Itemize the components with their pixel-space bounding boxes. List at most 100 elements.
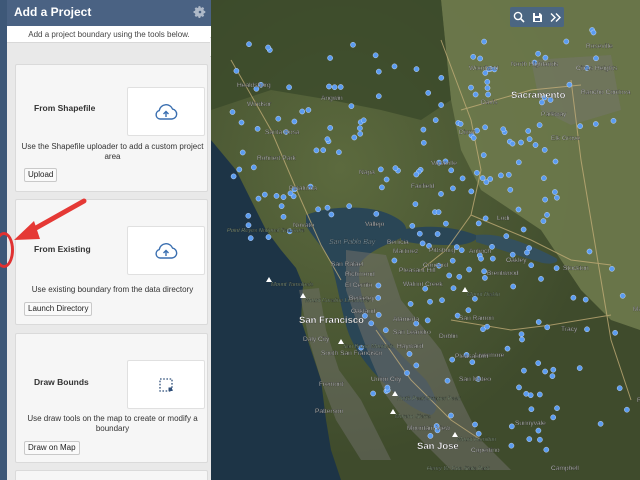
project-marker[interactable] bbox=[278, 203, 285, 209]
project-marker[interactable] bbox=[538, 276, 544, 282]
project-marker[interactable] bbox=[586, 248, 593, 255]
project-marker[interactable] bbox=[230, 173, 237, 180]
project-marker[interactable] bbox=[609, 265, 615, 272]
project-marker[interactable] bbox=[532, 142, 539, 148]
project-marker[interactable] bbox=[420, 139, 427, 146]
project-marker[interactable] bbox=[544, 212, 550, 218]
project-marker[interactable] bbox=[233, 68, 240, 74]
project-marker[interactable] bbox=[537, 436, 543, 443]
save-icon[interactable] bbox=[532, 12, 543, 23]
project-marker[interactable] bbox=[485, 91, 491, 98]
project-marker[interactable] bbox=[246, 41, 252, 48]
project-marker[interactable] bbox=[375, 282, 382, 289]
project-marker[interactable] bbox=[324, 204, 331, 211]
project-marker[interactable] bbox=[425, 90, 431, 96]
project-marker[interactable] bbox=[450, 185, 456, 192]
project-marker[interactable] bbox=[541, 175, 547, 181]
project-marker[interactable] bbox=[518, 331, 525, 338]
project-marker[interactable] bbox=[351, 134, 358, 141]
project-marker[interactable] bbox=[236, 166, 243, 173]
project-marker[interactable] bbox=[327, 125, 333, 131]
project-marker[interactable] bbox=[553, 265, 560, 271]
project-marker[interactable] bbox=[328, 211, 335, 218]
project-marker[interactable] bbox=[247, 235, 254, 241]
project-marker[interactable] bbox=[469, 359, 476, 365]
project-marker[interactable] bbox=[459, 175, 466, 182]
project-marker[interactable] bbox=[612, 329, 618, 336]
project-marker[interactable] bbox=[593, 55, 599, 62]
project-marker[interactable] bbox=[320, 147, 326, 153]
project-marker[interactable] bbox=[377, 166, 384, 173]
project-marker[interactable] bbox=[515, 206, 522, 213]
project-marker[interactable] bbox=[507, 186, 514, 193]
project-marker[interactable] bbox=[438, 75, 445, 81]
project-marker[interactable] bbox=[479, 175, 486, 181]
project-marker[interactable] bbox=[543, 446, 550, 453]
project-marker[interactable] bbox=[391, 257, 398, 264]
project-marker[interactable] bbox=[518, 139, 524, 146]
project-marker[interactable] bbox=[238, 119, 245, 126]
project-marker[interactable] bbox=[576, 365, 583, 371]
project-marker[interactable] bbox=[251, 164, 257, 171]
search-icon[interactable] bbox=[513, 11, 525, 23]
project-marker[interactable] bbox=[526, 436, 533, 442]
project-marker[interactable] bbox=[434, 231, 441, 237]
project-marker[interactable] bbox=[535, 50, 541, 57]
project-marker[interactable] bbox=[404, 370, 410, 376]
project-marker[interactable] bbox=[582, 296, 589, 303]
project-marker[interactable] bbox=[504, 345, 511, 352]
project-marker[interactable] bbox=[368, 320, 374, 327]
expand-chevrons-icon[interactable] bbox=[550, 12, 561, 23]
project-marker[interactable] bbox=[554, 405, 560, 412]
project-marker[interactable] bbox=[526, 136, 533, 142]
project-marker[interactable] bbox=[413, 66, 420, 72]
project-marker[interactable] bbox=[327, 55, 333, 61]
project-marker[interactable] bbox=[525, 128, 532, 134]
project-marker[interactable] bbox=[438, 191, 444, 197]
project-marker[interactable] bbox=[324, 136, 331, 142]
project-marker[interactable] bbox=[508, 442, 515, 449]
project-marker[interactable] bbox=[466, 266, 472, 273]
project-marker[interactable] bbox=[375, 312, 382, 318]
project-marker[interactable] bbox=[535, 360, 542, 366]
project-marker[interactable] bbox=[477, 55, 483, 62]
project-marker[interactable] bbox=[503, 233, 510, 239]
upload-button[interactable]: Upload bbox=[24, 168, 58, 182]
project-marker[interactable] bbox=[448, 412, 454, 419]
project-marker[interactable] bbox=[286, 84, 292, 91]
project-marker[interactable] bbox=[500, 126, 507, 132]
project-marker[interactable] bbox=[450, 285, 457, 292]
project-marker[interactable] bbox=[392, 165, 399, 171]
gear-icon[interactable] bbox=[193, 5, 207, 19]
project-marker[interactable] bbox=[552, 158, 559, 165]
project-marker[interactable] bbox=[280, 194, 287, 200]
project-marker[interactable] bbox=[542, 368, 548, 375]
project-marker[interactable] bbox=[468, 84, 474, 91]
project-marker[interactable] bbox=[382, 327, 389, 334]
project-marker[interactable] bbox=[566, 81, 573, 88]
project-marker[interactable] bbox=[275, 115, 282, 122]
project-marker[interactable] bbox=[427, 433, 434, 439]
project-marker[interactable] bbox=[520, 226, 527, 233]
project-marker[interactable] bbox=[384, 384, 391, 391]
project-marker[interactable] bbox=[413, 171, 420, 178]
project-marker[interactable] bbox=[357, 125, 363, 131]
project-marker[interactable] bbox=[475, 430, 482, 437]
project-marker[interactable] bbox=[465, 307, 472, 314]
project-marker[interactable] bbox=[563, 38, 570, 45]
project-marker[interactable] bbox=[624, 406, 630, 413]
project-marker[interactable] bbox=[409, 223, 416, 229]
project-marker[interactable] bbox=[472, 421, 478, 428]
project-marker[interactable] bbox=[443, 220, 449, 227]
project-marker[interactable] bbox=[483, 179, 490, 185]
project-marker[interactable] bbox=[470, 54, 477, 60]
project-marker[interactable] bbox=[435, 209, 442, 215]
project-marker[interactable] bbox=[516, 384, 522, 391]
project-marker[interactable] bbox=[468, 188, 475, 195]
project-marker[interactable] bbox=[456, 273, 463, 280]
project-marker[interactable] bbox=[508, 423, 515, 430]
project-marker[interactable] bbox=[597, 420, 604, 427]
project-marker[interactable] bbox=[337, 84, 344, 90]
project-marker[interactable] bbox=[370, 390, 376, 397]
project-marker[interactable] bbox=[375, 93, 382, 99]
